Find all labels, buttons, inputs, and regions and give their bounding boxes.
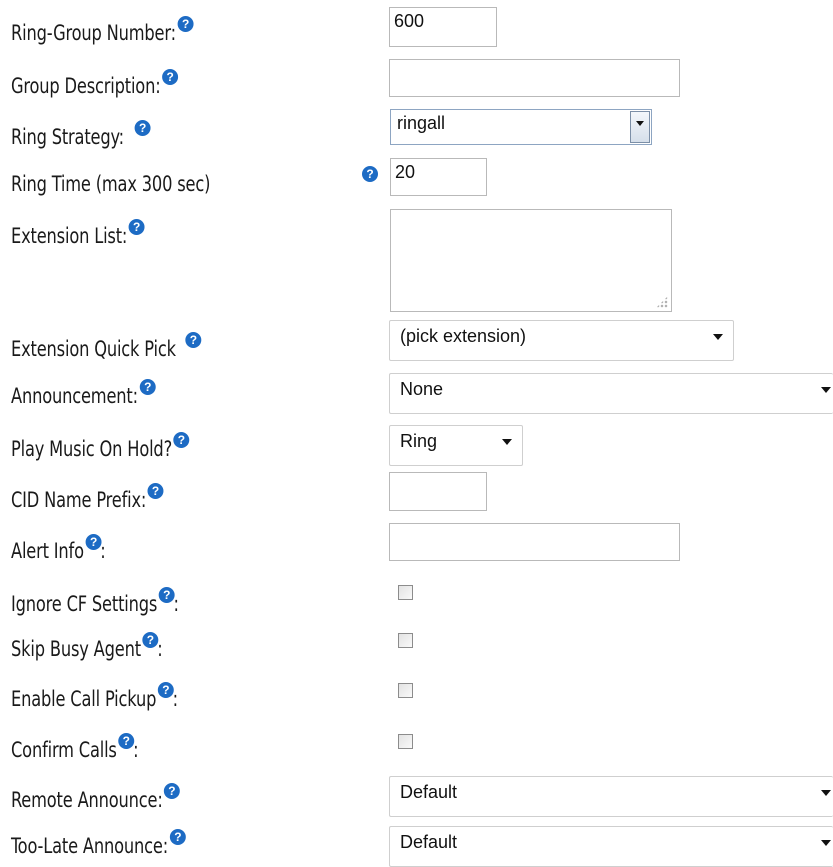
cid-name-prefix-label: CID Name Prefix:? <box>11 483 164 513</box>
group-description-label: Group Description:? <box>11 69 178 99</box>
alert-info-label: Alert Info?: <box>11 534 106 564</box>
help-icon[interactable]: ? <box>173 432 190 448</box>
help-icon[interactable]: ? <box>128 219 145 235</box>
confirm-calls-checkbox[interactable] <box>398 734 413 749</box>
chevron-down-icon <box>821 840 831 846</box>
group-description-label-text: Group Description: <box>11 74 161 98</box>
remote-announce-label: Remote Announce:? <box>11 783 181 813</box>
help-icon[interactable]: ? <box>134 120 151 136</box>
extension-list-label: Extension List:? <box>11 219 145 249</box>
help-icon[interactable]: ? <box>169 829 186 845</box>
help-icon[interactable]: ? <box>147 483 164 499</box>
chevron-down-icon <box>821 387 831 393</box>
remote-announce-label-text: Remote Announce: <box>11 788 163 812</box>
ignore-cf-settings-label-text: Ignore CF Settings <box>11 592 158 616</box>
alert-info-label-text: Alert Info <box>11 539 84 563</box>
ring-group-number-label: Ring-Group Number:? <box>11 16 194 46</box>
ring-time-label: Ring Time (max 300 sec) <box>11 171 210 197</box>
confirm-calls-label: Confirm Calls?: <box>11 733 139 763</box>
too-late-announce-select[interactable]: Default <box>389 826 833 867</box>
skip-busy-agent-label: Skip Busy Agent?: <box>11 632 163 662</box>
help-icon[interactable]: ? <box>139 379 156 395</box>
enable-call-pickup-label: Enable Call Pickup?: <box>11 682 178 712</box>
ring-strategy-label-text: Ring Strategy: <box>11 125 124 149</box>
chevron-down-icon <box>713 334 723 340</box>
help-icon[interactable]: ? <box>362 166 378 182</box>
ring-strategy-value: ringall <box>397 113 446 133</box>
extension-quick-pick-label-text: Extension Quick Pick <box>11 337 176 361</box>
help-icon[interactable]: ? <box>85 534 102 550</box>
extension-quick-pick-select[interactable]: (pick extension) <box>389 320 734 361</box>
chevron-down-icon[interactable] <box>630 111 650 143</box>
skip-busy-agent-label-text: Skip Busy Agent <box>11 637 141 661</box>
help-icon[interactable]: ? <box>161 69 178 85</box>
remote-announce-value: Default <box>400 782 458 802</box>
ring-strategy-select[interactable]: ringall <box>390 109 652 145</box>
enable-call-pickup-label-text: Enable Call Pickup <box>11 687 157 711</box>
chevron-down-icon <box>502 439 512 445</box>
ignore-cf-settings-checkbox[interactable] <box>398 585 413 600</box>
announcement-label: Announcement:? <box>11 379 156 409</box>
ring-group-number-input[interactable]: 600 <box>389 7 497 47</box>
help-icon[interactable]: ? <box>185 332 202 348</box>
cid-name-prefix-label-text: CID Name Prefix: <box>11 488 147 512</box>
help-icon[interactable]: ? <box>118 733 135 749</box>
enable-call-pickup-checkbox[interactable] <box>398 683 413 698</box>
ring-time-label-text: Ring Time (max 300 sec) <box>11 172 211 196</box>
resize-grip-icon[interactable] <box>656 296 668 308</box>
group-description-input[interactable] <box>389 59 680 97</box>
extension-quick-pick-label: Extension Quick Pick? <box>11 332 202 362</box>
help-icon[interactable]: ? <box>142 632 159 648</box>
announcement-select[interactable]: None <box>389 373 833 414</box>
help-icon[interactable]: ? <box>158 587 175 603</box>
remote-announce-select[interactable]: Default <box>389 776 833 817</box>
too-late-announce-label-text: Too-Late Announce: <box>11 834 169 858</box>
help-icon[interactable]: ? <box>177 16 194 32</box>
play-music-on-hold-label-text: Play Music On Hold? <box>11 437 173 461</box>
announcement-label-text: Announcement: <box>11 384 138 408</box>
confirm-calls-label-text: Confirm Calls <box>11 738 117 762</box>
alert-info-input[interactable] <box>389 523 680 561</box>
chevron-down-icon <box>821 790 831 796</box>
too-late-announce-label: Too-Late Announce:? <box>11 829 186 859</box>
play-music-on-hold-select[interactable]: Ring <box>389 425 523 466</box>
ignore-cf-settings-label: Ignore CF Settings?: <box>11 587 179 617</box>
cid-name-prefix-input[interactable] <box>389 472 487 511</box>
help-icon[interactable]: ? <box>157 682 174 698</box>
help-icon[interactable]: ? <box>164 783 181 799</box>
play-music-on-hold-value: Ring <box>400 431 438 451</box>
ring-group-number-label-text: Ring-Group Number: <box>11 21 176 45</box>
ring-time-input[interactable]: 20 <box>390 158 487 196</box>
ring-strategy-label: Ring Strategy:? <box>11 120 151 150</box>
skip-busy-agent-checkbox[interactable] <box>398 633 413 648</box>
extension-list-label-text: Extension List: <box>11 224 128 248</box>
announcement-value: None <box>400 379 444 399</box>
extension-quick-pick-value: (pick extension) <box>400 326 527 346</box>
too-late-announce-value: Default <box>400 832 458 852</box>
extension-list-textarea[interactable] <box>390 209 672 312</box>
play-music-on-hold-label: Play Music On Hold?? <box>11 432 190 462</box>
